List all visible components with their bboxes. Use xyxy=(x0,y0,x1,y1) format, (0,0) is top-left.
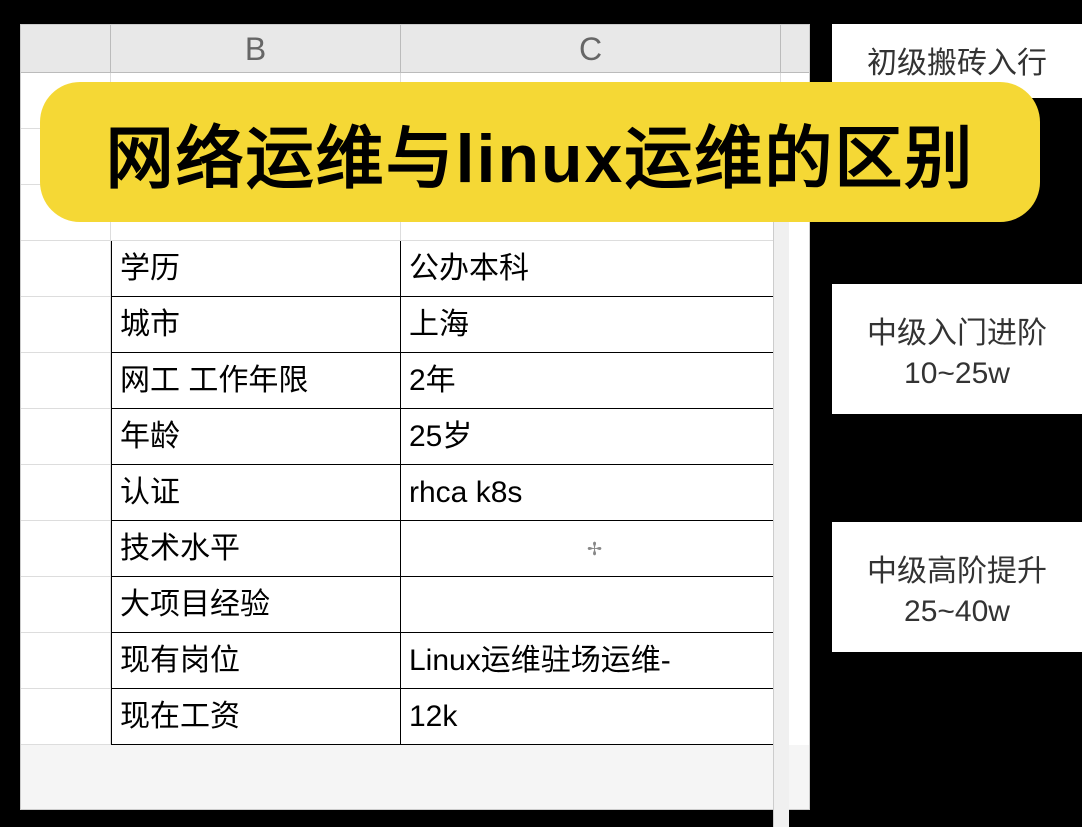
cell-label[interactable]: 网工 工作年限 xyxy=(111,353,401,409)
cell-value[interactable]: 12k xyxy=(401,689,781,745)
cell-value[interactable]: rhca k8s xyxy=(401,465,781,521)
row-header[interactable] xyxy=(21,577,111,633)
table-row: 城市 上海 xyxy=(21,297,809,353)
cell-value[interactable]: 2年 xyxy=(401,353,781,409)
cell-label[interactable]: 认证 xyxy=(111,465,401,521)
cell-value[interactable]: 公办本科 xyxy=(401,241,781,297)
cell-label[interactable]: 现在工资 xyxy=(111,689,401,745)
row-header[interactable] xyxy=(21,353,111,409)
table-row: 技术水平 ✢ xyxy=(21,521,809,577)
row-header[interactable] xyxy=(21,409,111,465)
cell-value[interactable]: Linux运维驻场运维- xyxy=(401,633,781,689)
col-header-c[interactable]: C xyxy=(401,25,781,72)
cell-value[interactable]: 上海 xyxy=(401,297,781,353)
cell-label[interactable]: 年龄 xyxy=(111,409,401,465)
cell-label[interactable]: 城市 xyxy=(111,297,401,353)
level-card-advanced: 中级高阶提升 25~40w xyxy=(832,522,1082,652)
col-header-a[interactable] xyxy=(21,25,111,72)
title-banner: 网络运维与linux运维的区别 xyxy=(40,82,1040,222)
page-title: 网络运维与linux运维的区别 xyxy=(106,103,975,202)
table-row: 现有岗位 Linux运维驻场运维- xyxy=(21,633,809,689)
cell-label[interactable]: 现有岗位 xyxy=(111,633,401,689)
card-title: 中级入门进阶 xyxy=(842,314,1072,354)
table-row: 认证 rhca k8s xyxy=(21,465,809,521)
cell-value[interactable]: 25岁 xyxy=(401,409,781,465)
cell-label[interactable]: 大项目经验 xyxy=(111,577,401,633)
row-header[interactable] xyxy=(21,633,111,689)
table-row: 现在工资 12k xyxy=(21,689,809,745)
table-row: 学历 公办本科 xyxy=(21,241,809,297)
cell-value-active[interactable]: ✢ xyxy=(401,521,781,577)
column-header-row: B C xyxy=(21,25,809,73)
cell-label[interactable]: 技术水平 xyxy=(111,521,401,577)
row-header[interactable] xyxy=(21,241,111,297)
cell-value[interactable] xyxy=(401,577,781,633)
card-range: 10~25w xyxy=(842,354,1072,394)
row-header[interactable] xyxy=(21,689,111,745)
table-row: 网工 工作年限 2年 xyxy=(21,353,809,409)
card-range: 25~40w xyxy=(842,592,1072,632)
row-header[interactable] xyxy=(21,521,111,577)
card-title: 中级高阶提升 xyxy=(842,552,1072,592)
col-header-b[interactable]: B xyxy=(111,25,401,72)
cell-label[interactable]: 学历 xyxy=(111,241,401,297)
row-header[interactable] xyxy=(21,465,111,521)
table-row: 年龄 25岁 xyxy=(21,409,809,465)
card-title: 初级搬砖入行 xyxy=(842,44,1072,84)
row-header[interactable] xyxy=(21,297,111,353)
table-row: 大项目经验 xyxy=(21,577,809,633)
level-card-intermediate: 中级入门进阶 10~25w xyxy=(832,284,1082,414)
